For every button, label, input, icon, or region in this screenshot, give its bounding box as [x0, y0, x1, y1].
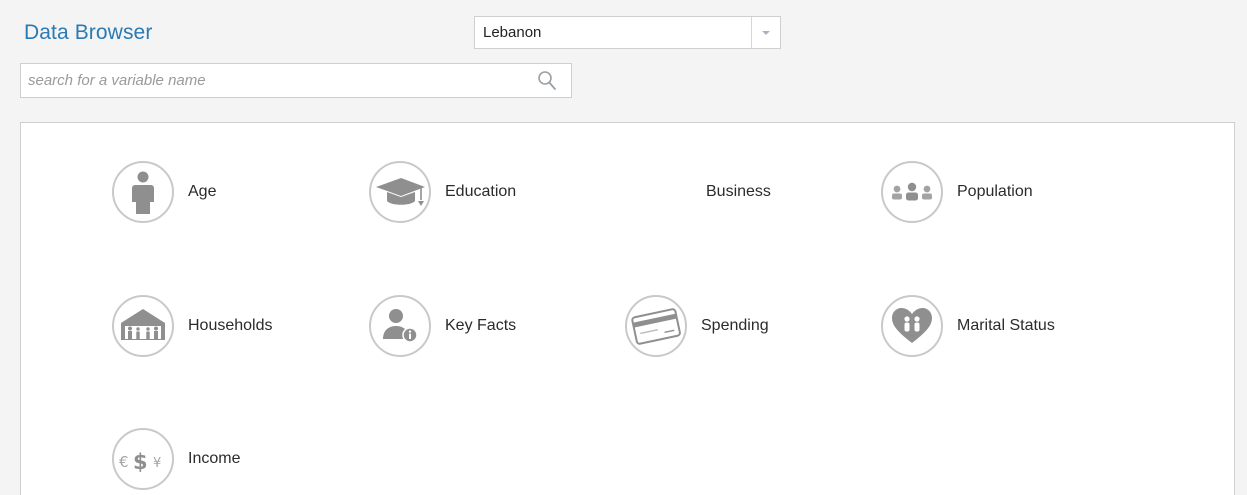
category-spending[interactable]: Spending	[625, 295, 825, 361]
person-icon	[132, 171, 154, 214]
category-label: Households	[188, 317, 273, 334]
select-divider	[751, 17, 752, 48]
country-select-value: Lebanon	[483, 24, 542, 41]
category-income[interactable]: € $ ¥ Income	[112, 428, 282, 494]
graduation-cap-icon	[376, 178, 425, 206]
search-input[interactable]	[21, 64, 528, 97]
person-info-icon	[383, 309, 418, 343]
category-label: Education	[445, 183, 517, 200]
currency-icon: € $ ¥	[119, 450, 161, 474]
credit-card-icon	[631, 308, 681, 345]
search-box	[20, 63, 572, 98]
house-family-icon	[121, 309, 165, 340]
svg-text:€: €	[119, 453, 129, 471]
category-education[interactable]: Education	[369, 161, 559, 227]
svg-text:$: $	[133, 450, 148, 474]
category-panel: Age Education Business Population Househ…	[20, 122, 1235, 495]
category-business[interactable]: Business	[706, 161, 826, 227]
category-age[interactable]: Age	[112, 161, 262, 227]
country-select[interactable]: Lebanon	[474, 16, 781, 49]
svg-text:¥: ¥	[153, 456, 161, 471]
search-icon[interactable]	[537, 70, 557, 92]
category-label: Business	[706, 183, 771, 200]
page-title: Data Browser	[24, 21, 153, 44]
category-key-facts[interactable]: Key Facts	[369, 295, 559, 361]
chevron-down-icon[interactable]	[762, 31, 770, 35]
category-population[interactable]: Population	[881, 161, 1081, 227]
category-label: Income	[188, 450, 241, 467]
category-label: Population	[957, 183, 1033, 200]
people-group-icon	[892, 182, 932, 201]
data-browser-page: Data Browser Lebanon Age	[0, 0, 1247, 495]
category-marital-status[interactable]: Marital Status	[881, 295, 1111, 361]
category-label: Marital Status	[957, 317, 1055, 334]
category-households[interactable]: Households	[112, 295, 312, 361]
category-label: Age	[188, 183, 217, 200]
category-label: Spending	[701, 317, 769, 334]
category-label: Key Facts	[445, 317, 517, 334]
heart-couple-icon	[892, 308, 932, 343]
